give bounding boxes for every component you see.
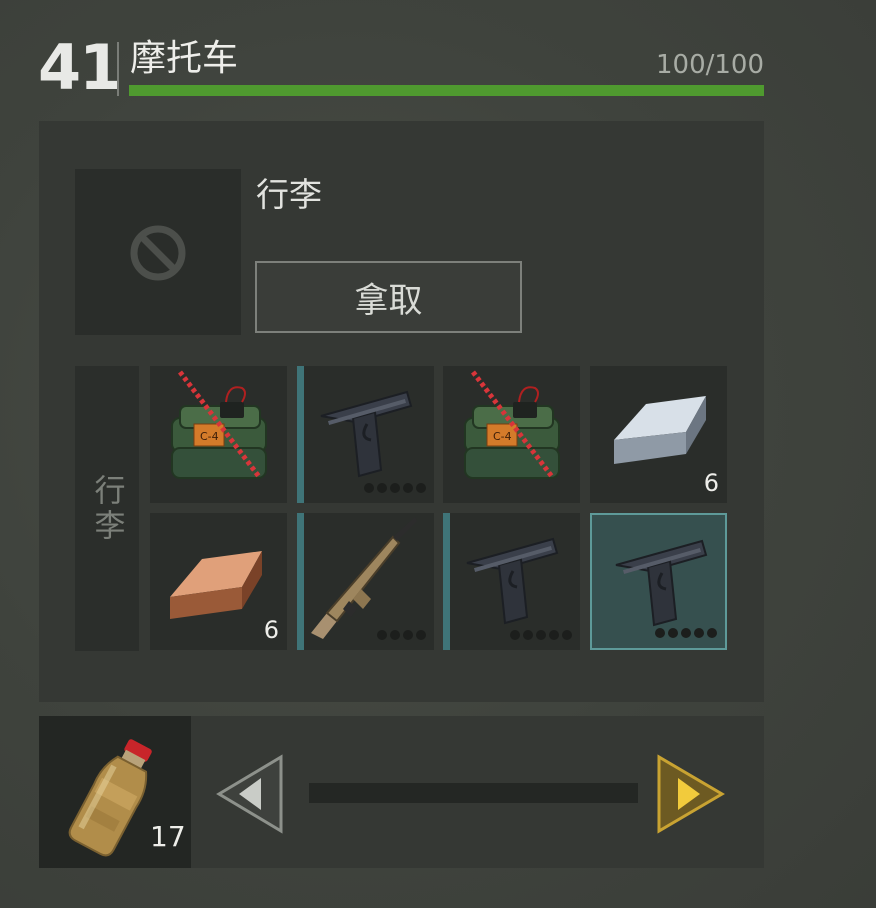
durability-text: 100/100 xyxy=(655,50,764,80)
page-scroll-track[interactable] xyxy=(309,783,638,803)
inventory-slot-copper-ingot[interactable]: 6 xyxy=(150,513,287,650)
durability-bar-fill xyxy=(129,85,764,96)
inventory-slot-pistol[interactable] xyxy=(443,513,580,650)
inventory-slot-assault-rifle[interactable] xyxy=(297,513,434,650)
inventory-slot-c4-explosive[interactable]: C-4 xyxy=(443,366,580,503)
c4-icon: C-4 xyxy=(464,370,560,480)
arrow-right-icon[interactable] xyxy=(656,754,728,834)
svg-text:C-4: C-4 xyxy=(493,430,512,443)
svg-text:C-4: C-4 xyxy=(200,430,219,443)
blocked-icon xyxy=(130,225,186,281)
upgrade-dots xyxy=(377,630,426,640)
upgrade-dots xyxy=(655,628,717,638)
take-button[interactable]: 拿取 xyxy=(255,261,522,333)
item-count: 6 xyxy=(263,616,279,644)
arrow-left-icon[interactable] xyxy=(213,754,285,834)
consumable-count: 17 xyxy=(150,820,186,853)
upgrade-dots xyxy=(510,630,572,640)
storage-side-label: 行李 xyxy=(88,473,125,544)
inventory-slot-c4-explosive[interactable]: C-4 xyxy=(150,366,287,503)
vehicle-level: 41 xyxy=(38,31,122,104)
c4-icon: C-4 xyxy=(171,370,267,480)
inventory-slot-pistol[interactable] xyxy=(590,513,727,650)
header-divider xyxy=(117,42,119,96)
vehicle-name: 摩托车 xyxy=(130,38,239,79)
item-count: 6 xyxy=(703,469,719,497)
storage-title: 行李 xyxy=(256,175,322,214)
inventory-slot-pistol[interactable] xyxy=(297,366,434,503)
upgrade-dots xyxy=(364,483,426,493)
inventory-slot-iron-ingot[interactable]: 6 xyxy=(590,366,727,503)
